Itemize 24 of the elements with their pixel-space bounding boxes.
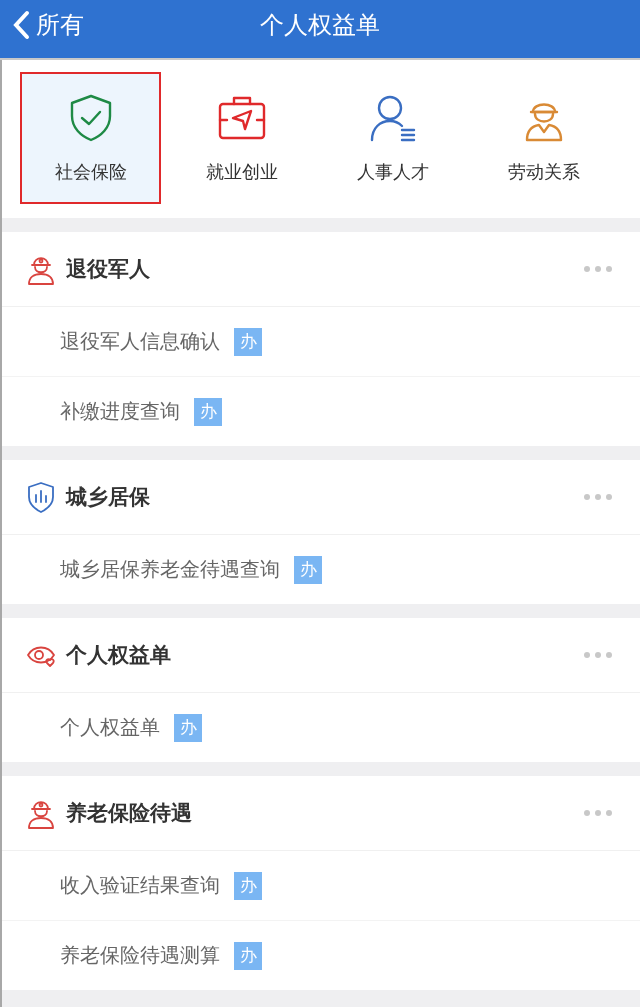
handle-badge: 办 [234, 941, 262, 970]
category-tab[interactable]: 就业创业 [171, 72, 312, 204]
service-link[interactable]: 养老保险待遇测算 [60, 942, 220, 969]
handle-badge: 办 [294, 555, 322, 584]
category-tab[interactable]: 社会保险 [20, 72, 161, 204]
section-title: 城乡居保 [66, 484, 151, 511]
category-tab[interactable]: 人事人才 [322, 72, 463, 204]
handle-badge: 办 [194, 397, 222, 426]
section-title: 养老保险待遇 [66, 800, 193, 827]
handle-badge: 办 [234, 871, 262, 900]
section-title: 个人权益单 [66, 642, 172, 669]
service-link[interactable]: 收入验证结果查询 [60, 872, 220, 899]
page-title: 个人权益单 [260, 11, 380, 39]
handle-badge: 办 [174, 713, 202, 742]
back-chevron-icon [12, 10, 30, 40]
shield-chart-icon [26, 481, 56, 513]
back-button[interactable]: 所有 [0, 9, 84, 41]
category-tab[interactable]: 劳动关系 [473, 72, 614, 204]
section-title: 退役军人 [66, 256, 151, 283]
service-link[interactable]: 补缴进度查询 [60, 398, 180, 425]
service-link[interactable]: 城乡居保养老金待遇查询 [60, 556, 280, 583]
handle-badge: 办 [234, 327, 262, 356]
service-link[interactable]: 退役军人信息确认 [60, 328, 220, 355]
service-link[interactable]: 个人权益单 [60, 714, 160, 741]
